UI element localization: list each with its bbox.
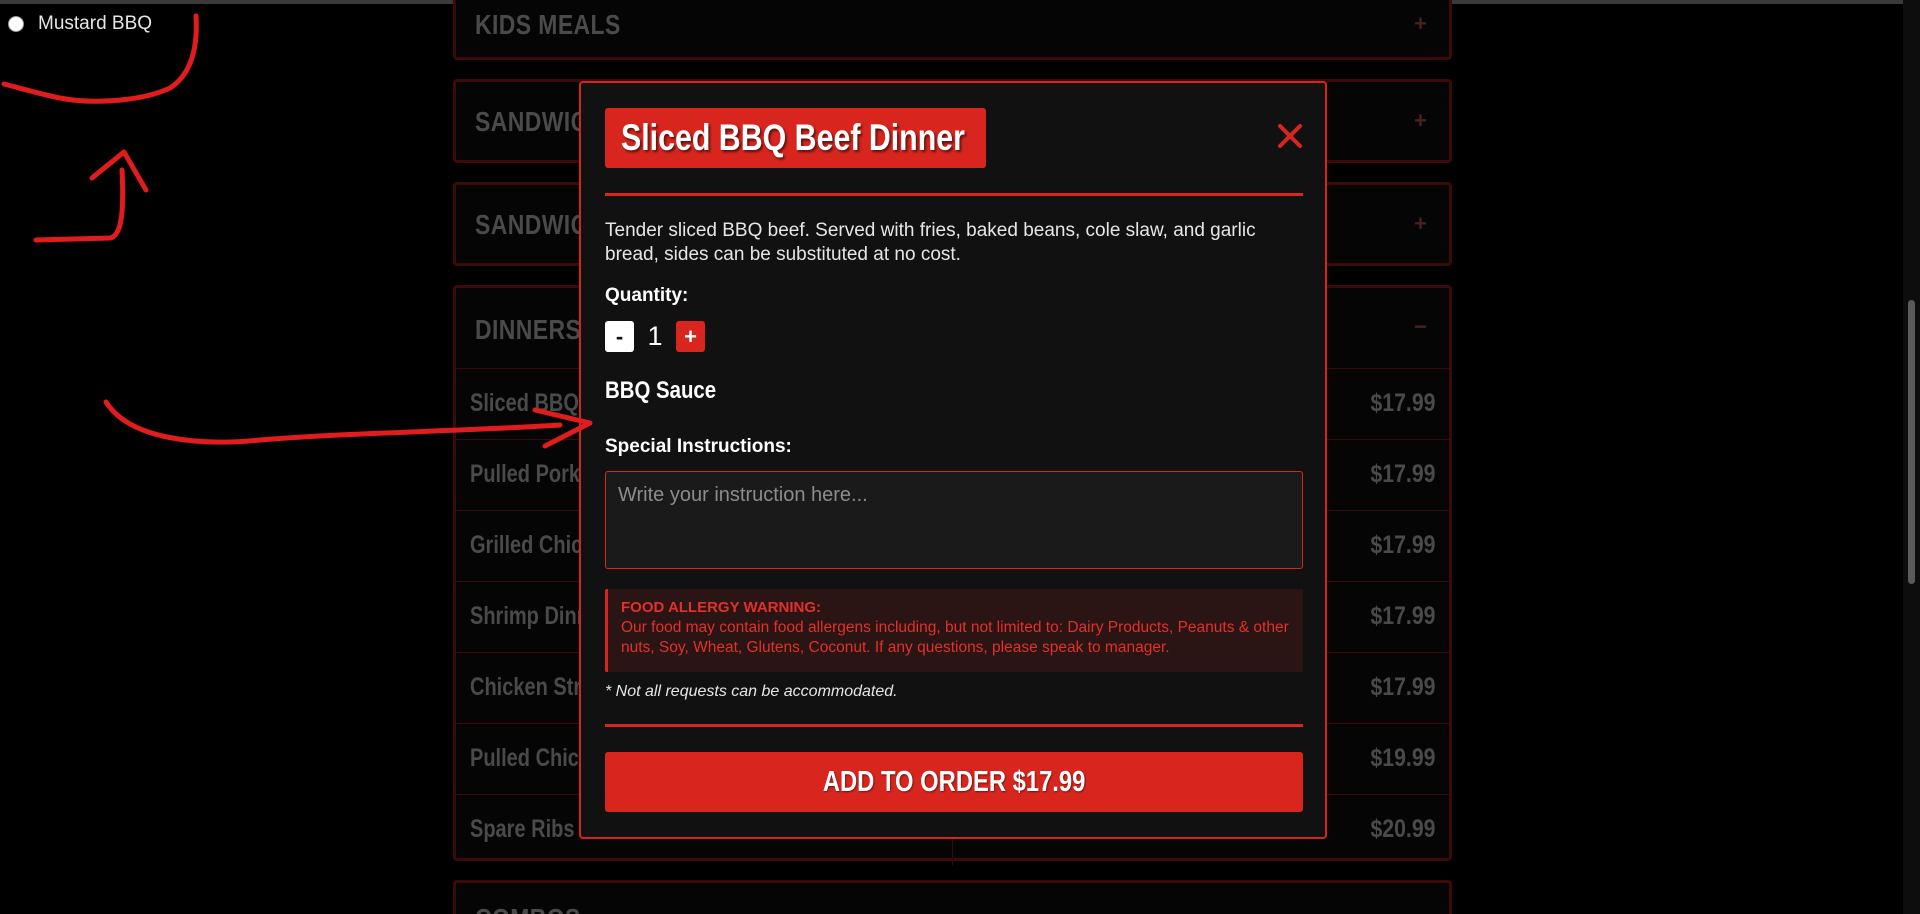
category-title: DINNERS (475, 314, 582, 345)
item-price: $19.99 (1370, 744, 1435, 772)
item-price: $17.99 (1370, 602, 1435, 630)
item-name: Spare Ribs (470, 815, 575, 843)
ink-arrow-up (33, 149, 149, 243)
item-modal: Sliced BBQ Beef Dinner Tender sliced BBQ… (579, 81, 1327, 839)
close-icon[interactable] (1275, 121, 1305, 151)
instructions-label: Special Instructions: (605, 436, 792, 457)
modal-title: Sliced BBQ Beef Dinner (621, 117, 965, 158)
bbq-sauce-heading: BBQ Sauce (605, 377, 717, 404)
radio-icon[interactable] (8, 16, 24, 32)
expand-icon[interactable]: + (1414, 11, 1427, 37)
quantity-label: Quantity: (605, 285, 689, 306)
category-title: KIDS MEALS (475, 9, 621, 40)
allergy-warning: FOOD ALLERGY WARNING: Our food may conta… (605, 589, 1303, 672)
title-divider (605, 193, 1303, 196)
expand-icon[interactable]: + (1414, 108, 1427, 134)
item-price: $20.99 (1370, 815, 1435, 843)
add-to-order-label: ADD TO ORDER $17.99 (822, 765, 1086, 798)
item-price: $17.99 (1370, 531, 1435, 559)
scrollbar-thumb[interactable] (1908, 300, 1915, 584)
quantity-increase-button[interactable]: + (676, 321, 705, 352)
quantity-stepper: - 1 + (605, 321, 705, 352)
quantity-decrease-button[interactable]: - (605, 321, 634, 352)
collapse-icon[interactable]: − (1414, 314, 1427, 340)
item-price: $17.99 (1370, 460, 1435, 488)
add-to-order-button[interactable]: ADD TO ORDER $17.99 (605, 752, 1303, 812)
warning-title: FOOD ALLERGY WARNING: (621, 599, 821, 616)
special-instructions-input[interactable] (605, 471, 1303, 569)
item-price: $17.99 (1370, 389, 1435, 417)
scrollbar[interactable] (1903, 0, 1920, 914)
item-price: $17.99 (1370, 673, 1435, 701)
category-title: COMBOS (475, 903, 581, 914)
warning-text: Our food may contain food allergens incl… (621, 619, 1289, 656)
quantity-value: 1 (647, 321, 663, 351)
accommodation-note: * Not all requests can be accommodated. (605, 683, 898, 700)
category-combos[interactable]: COMBOS (453, 880, 1452, 914)
modal-title-box: Sliced BBQ Beef Dinner (605, 108, 986, 168)
expand-icon[interactable]: + (1414, 211, 1427, 237)
sauce-option-label: Mustard BBQ (38, 13, 153, 34)
item-description: Tender sliced BBQ beef. Served with frie… (605, 220, 1256, 265)
sauce-option[interactable]: Mustard BBQ (8, 13, 152, 35)
footer-divider (605, 724, 1303, 727)
category-kids-meals[interactable]: KIDS MEALS + (453, 0, 1452, 60)
